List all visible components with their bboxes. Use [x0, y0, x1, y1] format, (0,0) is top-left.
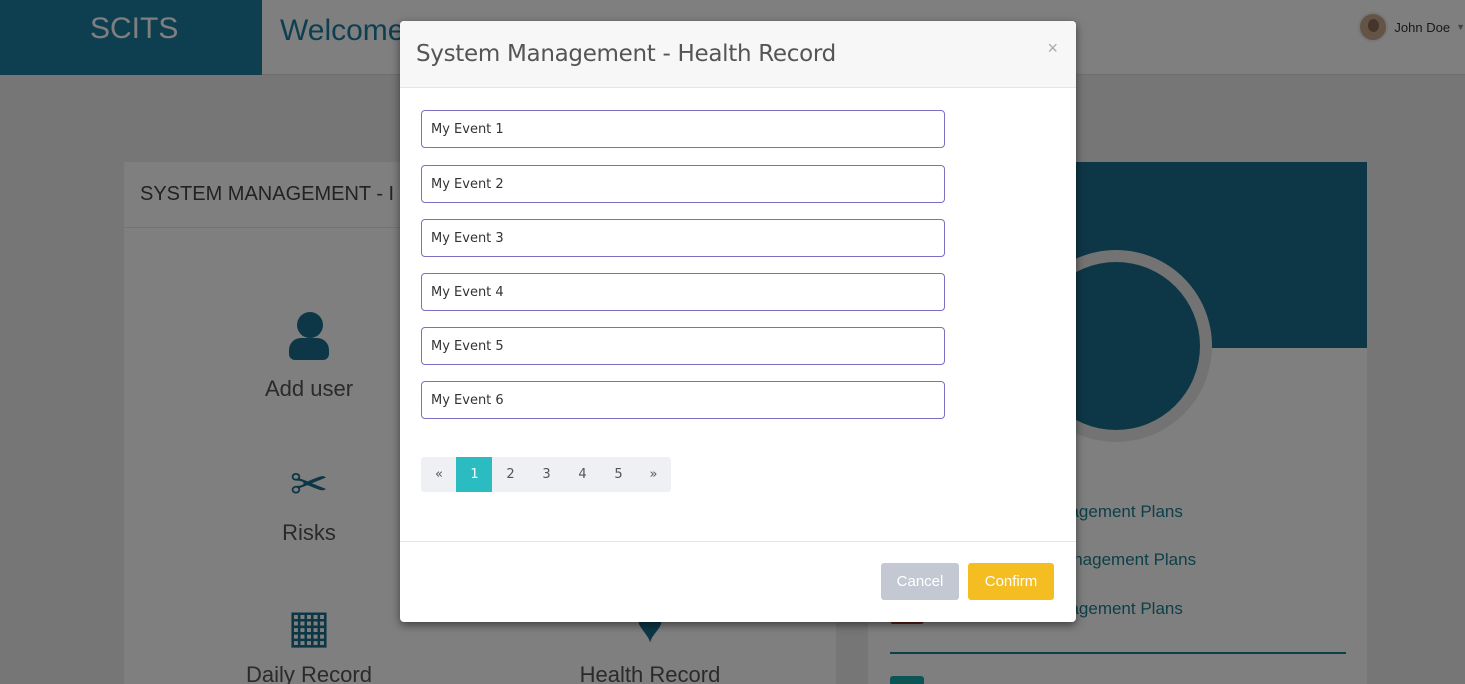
pagination-page-2[interactable]: 2 — [492, 457, 529, 492]
pagination-page-3[interactable]: 3 — [528, 457, 565, 492]
pagination-page-1[interactable]: 1 — [456, 457, 493, 492]
modal-footer-divider — [400, 541, 1076, 542]
event-input-1[interactable] — [421, 110, 945, 148]
pagination-page-4[interactable]: 4 — [564, 457, 601, 492]
cancel-button[interactable]: Cancel — [881, 563, 959, 600]
pagination-prev[interactable]: « — [421, 457, 457, 492]
modal-title: System Management - Health Record — [416, 41, 836, 67]
confirm-button[interactable]: Confirm — [968, 563, 1054, 600]
event-input-2[interactable] — [421, 165, 945, 203]
modal-header: System Management - Health Record × — [400, 21, 1076, 88]
pagination-page-5[interactable]: 5 — [600, 457, 637, 492]
event-input-6[interactable] — [421, 381, 945, 419]
pagination-next[interactable]: » — [636, 457, 671, 492]
event-input-4[interactable] — [421, 273, 945, 311]
pagination: « 1 2 3 4 5 » — [421, 457, 671, 492]
close-icon[interactable]: × — [1047, 38, 1058, 59]
event-input-3[interactable] — [421, 219, 945, 257]
health-record-modal: System Management - Health Record × « 1 … — [400, 21, 1076, 622]
event-input-5[interactable] — [421, 327, 945, 365]
